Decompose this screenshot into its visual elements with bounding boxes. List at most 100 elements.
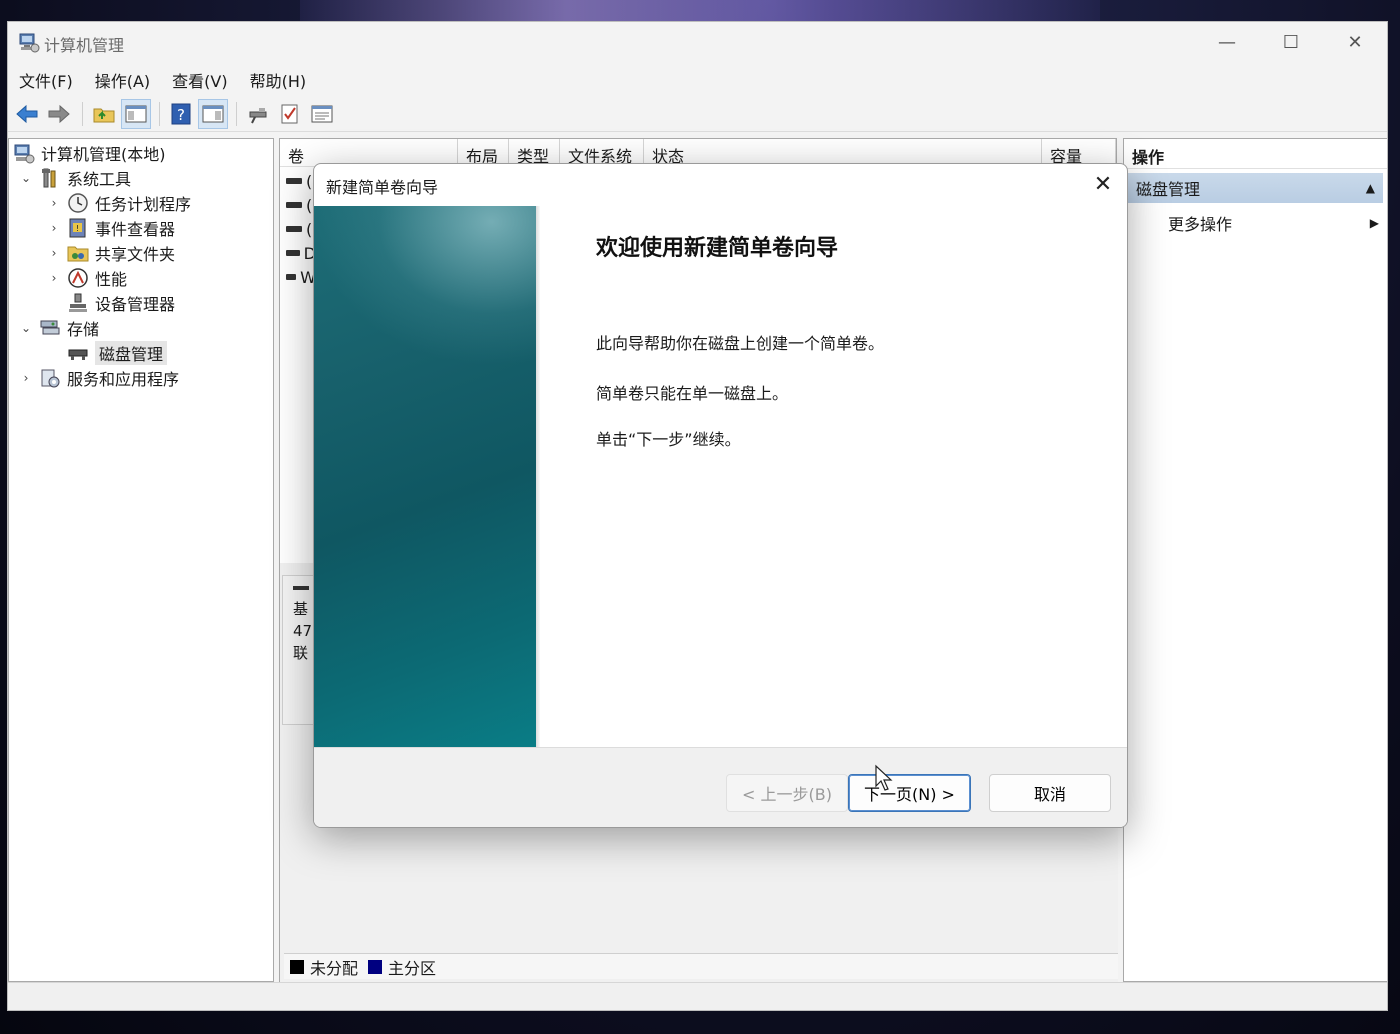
chevron-down-icon[interactable]: ⌄: [19, 321, 33, 335]
minimize-button[interactable]: —: [1204, 28, 1250, 56]
back-arrow-icon[interactable]: [12, 99, 42, 129]
tree-label: 设备管理器: [95, 295, 176, 314]
wizard-description-3: 单击“下一步”继续。: [596, 430, 741, 449]
close-window-button[interactable]: ✕: [1332, 28, 1378, 56]
clock-icon: [68, 193, 88, 213]
services-icon: [41, 369, 60, 388]
tree-label: 服务和应用程序: [67, 370, 180, 389]
table-row[interactable]: D: [286, 243, 316, 263]
tree-label: 任务计划程序: [95, 195, 192, 214]
unallocated-swatch: [290, 959, 304, 974]
collapse-up-icon[interactable]: ▲: [1366, 181, 1375, 195]
volume-name: (: [306, 219, 313, 239]
performance-icon: [68, 268, 88, 288]
table-row[interactable]: (: [286, 195, 316, 215]
properties-icon[interactable]: [307, 99, 337, 129]
submenu-arrow-icon: ▶: [1369, 216, 1379, 230]
toolbar: ?: [8, 96, 1387, 132]
tree-label: 性能: [95, 270, 128, 289]
svg-text:!: !: [76, 224, 79, 233]
volume-name: (: [306, 195, 313, 215]
menu-action[interactable]: 操作(A): [84, 64, 161, 94]
tree-item-storage[interactable]: ⌄ 存储: [19, 316, 99, 340]
toolbar-separator: [236, 101, 237, 126]
back-button[interactable]: < 上一步(B): [726, 774, 848, 812]
volume-name: (: [306, 171, 313, 191]
help-icon[interactable]: ?: [166, 99, 196, 129]
chevron-right-icon[interactable]: ›: [47, 196, 61, 210]
tree-item-system-tools[interactable]: ⌄ 系统工具: [19, 166, 131, 190]
show-action-pane-icon[interactable]: [198, 98, 228, 129]
tree-label: 计算机管理(本地): [41, 145, 166, 164]
actions-section-label: 磁盘管理: [1136, 180, 1201, 199]
tree-item-root[interactable]: 计算机管理(本地): [13, 141, 166, 165]
status-bar: [8, 982, 1387, 1010]
maximize-button[interactable]: ☐: [1268, 28, 1314, 56]
wizard-description-1: 此向导帮助你在磁盘上创建一个简单卷。: [596, 334, 885, 353]
legend: 未分配 主分区: [284, 953, 1118, 979]
chevron-right-icon[interactable]: ›: [19, 371, 33, 385]
tree-item-event-viewer[interactable]: › ! 事件查看器: [47, 216, 175, 240]
drive-icon: [293, 586, 309, 590]
more-actions-item[interactable]: 更多操作 ▶: [1168, 211, 1379, 235]
legend-unallocated: 未分配: [310, 958, 359, 978]
banner-divider: [536, 206, 540, 747]
actions-section-disk-management[interactable]: 磁盘管理 ▲: [1128, 173, 1383, 203]
chevron-down-icon[interactable]: ⌄: [19, 171, 33, 185]
table-row[interactable]: W: [286, 267, 316, 287]
drive-icon: [286, 202, 302, 208]
mouse-cursor-icon: [875, 764, 893, 791]
tree-item-services-apps[interactable]: › 服务和应用程序: [19, 366, 179, 390]
next-button[interactable]: 下一页(N) >: [848, 774, 971, 812]
window-title: 计算机管理: [44, 36, 125, 55]
device-manager-icon: [69, 293, 87, 312]
tree-item-shared-folders[interactable]: › 共享文件夹: [47, 241, 175, 265]
chevron-right-icon[interactable]: ›: [47, 221, 61, 235]
console-tree: 计算机管理(本地) ⌄ 系统工具 › 任务计划程序 › ! 事件查看器 › 共享…: [8, 138, 274, 982]
drive-icon: [286, 226, 302, 232]
event-viewer-icon: !: [69, 218, 86, 238]
dialog-button-bar: < 上一步(B) 下一页(N) > 取消: [314, 747, 1127, 827]
toolbar-separator: [159, 101, 160, 126]
desktop-background: [300, 0, 1100, 22]
more-actions-label: 更多操作: [1168, 215, 1233, 234]
show-hide-console-tree-icon[interactable]: [121, 98, 151, 129]
actions-pane: 操作 磁盘管理 ▲ 更多操作 ▶: [1123, 138, 1387, 982]
cancel-button[interactable]: 取消: [989, 774, 1111, 812]
chevron-right-icon[interactable]: ›: [47, 271, 61, 285]
wizard-banner-highlight: [314, 206, 536, 366]
computer-management-icon: [19, 33, 40, 53]
wizard-description-2: 简单卷只能在单一磁盘上。: [596, 384, 789, 403]
connect-icon[interactable]: [243, 99, 273, 129]
new-simple-volume-wizard-dialog: 新建简单卷向导 ✕ 欢迎使用新建简单卷向导 此向导帮助你在磁盘上创建一个简单卷。…: [313, 163, 1128, 828]
menu-view[interactable]: 查看(V): [161, 64, 238, 94]
wizard-heading: 欢迎使用新建简单卷向导: [596, 236, 839, 261]
tree-item-device-manager[interactable]: 设备管理器: [67, 291, 175, 315]
shared-folder-icon: [67, 246, 89, 262]
menu-file[interactable]: 文件(F): [8, 64, 84, 94]
tree-label: 磁盘管理: [95, 341, 168, 365]
table-row[interactable]: (: [286, 171, 316, 191]
tree-item-disk-management[interactable]: 磁盘管理: [67, 341, 168, 365]
tree-item-task-scheduler[interactable]: › 任务计划程序: [47, 191, 191, 215]
checklist-icon[interactable]: [275, 99, 305, 129]
forward-arrow-icon[interactable]: [44, 99, 74, 129]
dialog-close-button[interactable]: ✕: [1087, 168, 1119, 200]
tree-item-performance[interactable]: › 性能: [47, 266, 127, 290]
legend-primary: 主分区: [388, 958, 437, 978]
drive-icon: [286, 250, 300, 256]
tree-label: 事件查看器: [95, 220, 176, 239]
title-bar[interactable]: 计算机管理 — ☐ ✕: [8, 22, 1387, 62]
tree-label: 存储: [67, 320, 100, 339]
drive-icon: [286, 178, 302, 184]
up-folder-icon[interactable]: [89, 99, 119, 129]
chevron-right-icon[interactable]: ›: [47, 246, 61, 260]
menu-bar: 文件(F) 操作(A) 查看(V) 帮助(H): [8, 64, 1387, 94]
primary-partition-swatch: [368, 959, 383, 974]
table-row[interactable]: (: [286, 219, 316, 239]
svg-text:?: ?: [177, 106, 185, 124]
drive-icon: [286, 274, 297, 280]
menu-help[interactable]: 帮助(H): [239, 64, 318, 94]
tree-label: 共享文件夹: [95, 245, 176, 264]
tree-label: 系统工具: [67, 170, 132, 189]
